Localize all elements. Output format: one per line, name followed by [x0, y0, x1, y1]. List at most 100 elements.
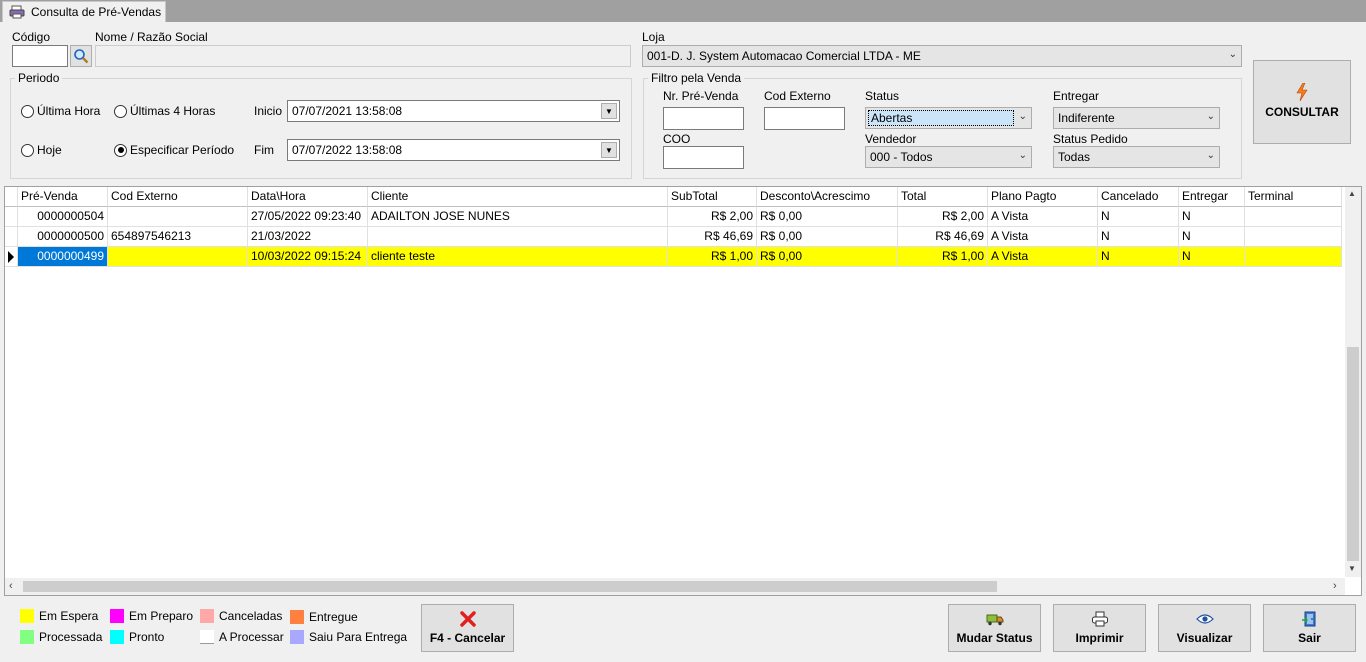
imprimir-button[interactable]: Imprimir	[1053, 604, 1146, 652]
legend-swatch	[200, 609, 214, 623]
fim-datetime[interactable]: 07/07/2022 13:58:08 ▼	[287, 139, 620, 161]
cell-cliente: ADAILTON JOSE NUNES	[368, 207, 668, 227]
cod-externo-label: Cod Externo	[764, 89, 831, 103]
col-header-desconto[interactable]: Desconto\Acrescimo	[757, 187, 898, 207]
vertical-scroll-thumb[interactable]	[1347, 347, 1359, 561]
calendar-dropdown-icon[interactable]: ▼	[601, 142, 617, 158]
cell-pre-venda: 0000000500	[18, 227, 108, 247]
grid-header: Pré-Venda Cod Externo Data\Hora Cliente …	[5, 187, 1342, 207]
row-indicator-header	[5, 187, 18, 207]
cod-externo-input[interactable]	[764, 107, 845, 130]
vertical-scrollbar[interactable]: ▲ ▼	[1345, 187, 1361, 577]
cell-entregar: N	[1179, 227, 1245, 247]
table-row[interactable]: 0000000500 654897546213 21/03/2022 R$ 46…	[5, 227, 1342, 247]
col-header-entregar[interactable]: Entregar	[1179, 187, 1245, 207]
horizontal-scroll-thumb[interactable]	[23, 581, 997, 592]
codigo-label: Código	[12, 30, 51, 44]
cell-entregar: N	[1179, 207, 1245, 227]
radio-ultima-hora[interactable]: Última Hora	[21, 104, 100, 118]
col-header-cod-externo[interactable]: Cod Externo	[108, 187, 248, 207]
mudar-status-label: Mudar Status	[956, 631, 1033, 645]
tab-bar	[0, 0, 1366, 22]
consultar-label: CONSULTAR	[1265, 105, 1339, 119]
cell-cliente	[368, 227, 668, 247]
cell-terminal	[1245, 247, 1342, 267]
legend-label: Entregue	[309, 610, 358, 624]
loja-select[interactable]: 001-D. J. System Automacao Comercial LTD…	[642, 45, 1242, 67]
visualizar-label: Visualizar	[1176, 631, 1233, 645]
vendedor-select[interactable]: 000 - Todos ⌄	[865, 146, 1032, 168]
calendar-dropdown-icon[interactable]: ▼	[601, 103, 617, 119]
printer-icon	[1091, 611, 1108, 627]
horizontal-scrollbar[interactable]: ‹ ›	[5, 578, 1345, 595]
radio-dot	[21, 143, 34, 157]
f4-cancelar-button[interactable]: F4 - Cancelar	[421, 604, 514, 652]
inicio-value: 07/07/2021 13:58:08	[292, 104, 403, 118]
cell-desconto: R$ 0,00	[757, 227, 898, 247]
entregar-select[interactable]: Indiferente ⌄	[1053, 107, 1220, 129]
cell-subtotal: R$ 2,00	[668, 207, 757, 227]
scroll-up-icon[interactable]: ▲	[1348, 189, 1356, 198]
col-header-pre-venda[interactable]: Pré-Venda	[18, 187, 108, 207]
pre-vendas-grid[interactable]: Pré-Venda Cod Externo Data\Hora Cliente …	[4, 186, 1362, 596]
legend-label: Saiu Para Entrega	[309, 630, 408, 644]
scroll-down-icon[interactable]: ▼	[1348, 564, 1356, 573]
filtro-title: Filtro pela Venda	[648, 71, 745, 85]
nome-input[interactable]	[95, 45, 631, 67]
exit-door-icon	[1301, 611, 1315, 627]
cell-cancelado: N	[1098, 207, 1179, 227]
scroll-left-icon[interactable]: ‹	[9, 580, 13, 592]
chevron-down-icon: ⌄	[1018, 150, 1027, 161]
cell-total: R$ 46,69	[898, 227, 988, 247]
cell-cancelado: N	[1098, 227, 1179, 247]
chevron-down-icon: ⌄	[1018, 111, 1027, 122]
col-header-cancelado[interactable]: Cancelado	[1098, 187, 1179, 207]
search-icon	[74, 49, 89, 64]
status-select[interactable]: Abertas ⌄	[865, 107, 1032, 129]
scroll-right-icon[interactable]: ›	[1333, 580, 1337, 592]
col-header-subtotal[interactable]: SubTotal	[668, 187, 757, 207]
radio-label: Hoje	[37, 143, 62, 157]
nr-pre-venda-input[interactable]	[663, 107, 744, 130]
visualizar-button[interactable]: Visualizar	[1158, 604, 1251, 652]
current-row-arrow-icon	[8, 250, 14, 263]
chevron-down-icon: ⌄	[1206, 150, 1215, 161]
status-pedido-select[interactable]: Todas ⌄	[1053, 146, 1220, 168]
radio-hoje[interactable]: Hoje	[21, 143, 62, 157]
mudar-status-button[interactable]: Mudar Status	[948, 604, 1041, 652]
legend-label: Em Espera	[39, 609, 99, 623]
radio-ultimas-4-horas[interactable]: Últimas 4 Horas	[114, 104, 215, 118]
legend-label: Canceladas	[219, 609, 283, 623]
search-button[interactable]	[70, 45, 92, 67]
radio-label: Especificar Período	[130, 143, 235, 157]
col-header-data-hora[interactable]: Data\Hora	[248, 187, 368, 207]
close-icon	[459, 611, 476, 627]
table-row[interactable]: 0000000504 27/05/2022 09:23:40 ADAILTON …	[5, 207, 1342, 227]
col-header-total[interactable]: Total	[898, 187, 988, 207]
fim-label: Fim	[254, 143, 274, 157]
coo-input[interactable]	[663, 146, 744, 169]
table-row-selected[interactable]: 0000000499 10/03/2022 09:15:24 cliente t…	[5, 247, 1342, 267]
inicio-datetime[interactable]: 07/07/2021 13:58:08 ▼	[287, 100, 620, 122]
col-header-cliente[interactable]: Cliente	[368, 187, 668, 207]
legend-pronto: Pronto	[110, 630, 164, 644]
vendedor-label: Vendedor	[865, 132, 917, 146]
tab-consulta-pre-vendas[interactable]: Consulta de Pré-Vendas	[2, 1, 166, 22]
codigo-input[interactable]	[12, 45, 68, 67]
cell-cancelado: N	[1098, 247, 1179, 267]
row-indicator	[5, 247, 18, 267]
radio-label: Últimas 4 Horas	[130, 104, 216, 118]
loja-label: Loja	[642, 30, 665, 44]
legend-em-preparo: Em Preparo	[110, 609, 193, 623]
coo-label: COO	[663, 132, 691, 146]
col-header-terminal[interactable]: Terminal	[1245, 187, 1342, 207]
radio-especificar-periodo[interactable]: Especificar Período	[114, 143, 234, 157]
sair-button[interactable]: Sair	[1263, 604, 1356, 652]
legend-swatch	[290, 630, 304, 644]
cell-entregar: N	[1179, 247, 1245, 267]
legend-swatch	[20, 609, 34, 623]
consultar-button[interactable]: CONSULTAR	[1253, 60, 1351, 144]
row-indicator	[5, 227, 18, 247]
legend-label: Processada	[39, 630, 103, 644]
col-header-plano-pagto[interactable]: Plano Pagto	[988, 187, 1098, 207]
